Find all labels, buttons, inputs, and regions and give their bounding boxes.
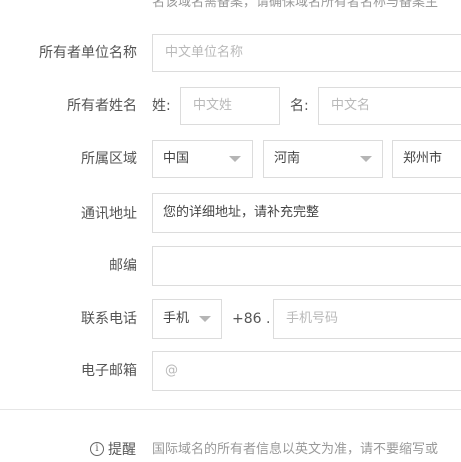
phone-number-placeholder: 手机号码 [286, 311, 339, 326]
email-input[interactable]: @ [152, 351, 461, 391]
surname-label: 姓: [152, 98, 171, 114]
surname-placeholder: 中文姓 [193, 98, 233, 113]
org-name-input[interactable]: 中文单位名称 [152, 34, 461, 72]
postcode-input[interactable] [152, 246, 461, 286]
region-label: 所属区域 [81, 151, 137, 167]
top-note: 名该域名需备案，请确保域名所有者名称与备案主 [152, 0, 439, 10]
city-select[interactable]: 郑州市 [392, 140, 461, 178]
tip-text: 国际域名的所有者信息以英文为准，请不要缩写或 [152, 442, 439, 457]
country-code: +86 . [232, 311, 271, 327]
given-name-label: 名: [290, 98, 309, 114]
city-value: 郑州市 [403, 151, 443, 166]
given-name-placeholder: 中文名 [331, 98, 371, 113]
address-input[interactable]: 您的详细地址，请补充完整 [152, 193, 461, 233]
chevron-down-icon [229, 156, 241, 162]
given-name-input[interactable]: 中文名 [318, 87, 461, 125]
country-select[interactable]: 中国 [152, 140, 253, 178]
phone-label: 联系电话 [81, 311, 137, 327]
info-circle-icon: i [90, 442, 104, 456]
province-select[interactable]: 河南 [263, 140, 383, 178]
phone-type-value: 手机 [163, 311, 190, 326]
surname-input[interactable]: 中文姓 [180, 87, 280, 125]
chevron-down-icon [199, 316, 211, 322]
email-label: 电子邮箱 [81, 363, 137, 379]
address-label: 通讯地址 [81, 206, 137, 222]
org-name-placeholder: 中文单位名称 [165, 45, 244, 60]
postcode-label: 邮编 [109, 258, 137, 274]
chevron-down-icon [360, 156, 372, 162]
phone-type-select[interactable]: 手机 [152, 299, 222, 339]
phone-number-input[interactable]: 手机号码 [273, 299, 461, 339]
province-value: 河南 [274, 151, 301, 166]
country-value: 中国 [163, 151, 190, 166]
email-placeholder: @ [165, 363, 178, 378]
tip-label: 提醒 [108, 442, 136, 458]
section-divider [0, 409, 461, 410]
address-value: 您的详细地址，请补充完整 [163, 205, 320, 220]
owner-name-label: 所有者姓名 [67, 98, 137, 114]
org-name-label: 所有者单位名称 [39, 45, 137, 61]
